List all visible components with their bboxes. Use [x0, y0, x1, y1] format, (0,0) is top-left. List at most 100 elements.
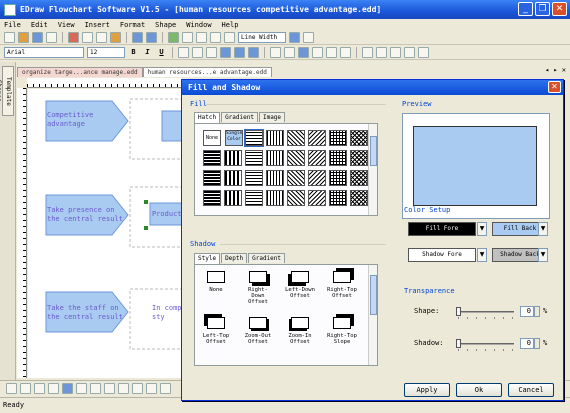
line-style-icon[interactable]: [284, 47, 295, 58]
menu-shape[interactable]: Shape: [155, 21, 176, 29]
hatch-single-color[interactable]: Single Color: [225, 130, 243, 146]
hatch-swatch[interactable]: [266, 190, 284, 206]
fill-fore-button[interactable]: Fill Fore: [408, 222, 476, 236]
rectangle-tool-icon[interactable]: [362, 47, 373, 58]
bold-button[interactable]: B: [128, 47, 139, 58]
hatch-swatch[interactable]: [329, 130, 347, 146]
hatch-swatch[interactable]: [329, 170, 347, 186]
hatch-swatch[interactable]: [287, 190, 305, 206]
tab-navigation[interactable]: ◂ ▸ ✕: [545, 66, 566, 74]
hatch-swatch[interactable]: [308, 170, 326, 186]
align-right-icon[interactable]: [206, 47, 217, 58]
align-shapes-icon[interactable]: [62, 383, 73, 394]
tab-hatch[interactable]: Hatch: [194, 112, 221, 123]
hatch-swatch[interactable]: [329, 150, 347, 166]
shadow-style-icon[interactable]: [249, 271, 267, 283]
align-center-icon[interactable]: [192, 47, 203, 58]
help-icon[interactable]: [303, 32, 314, 43]
cut-icon[interactable]: [68, 32, 79, 43]
font-color-icon[interactable]: [270, 47, 281, 58]
tab-gradient[interactable]: Gradient: [221, 112, 258, 122]
hatch-swatch[interactable]: [308, 150, 326, 166]
dialog-close-button[interactable]: ✕: [548, 81, 561, 93]
hatch-swatch[interactable]: [308, 130, 326, 146]
hatch-swatch[interactable]: [266, 170, 284, 186]
hatch-swatch[interactable]: [350, 170, 368, 186]
arrow-style-icon[interactable]: [340, 47, 351, 58]
align-top-icon[interactable]: [220, 47, 231, 58]
shape-spin-arrows[interactable]: [534, 306, 540, 317]
align-middle-icon[interactable]: [234, 47, 245, 58]
shadow-style-list[interactable]: None Right-Down Offset Left-Down Offset Rig…: [194, 264, 378, 366]
shadow-transparence-input[interactable]: 0: [520, 338, 534, 349]
align-left-icon[interactable]: [178, 47, 189, 58]
template-shapes-tab[interactable]: Template Shapes: [0, 66, 14, 116]
shadow-fore-dropdown[interactable]: ▼: [477, 248, 487, 262]
shadow-style-icon[interactable]: [333, 271, 351, 283]
hatch-swatch[interactable]: [308, 190, 326, 206]
shadow-style-icon[interactable]: [291, 271, 309, 283]
bring-front-icon[interactable]: [118, 383, 129, 394]
tab-style[interactable]: Style: [194, 253, 221, 264]
ok-button[interactable]: Ok: [456, 383, 502, 397]
hatch-swatch[interactable]: [287, 150, 305, 166]
hatch-swatch[interactable]: [266, 150, 284, 166]
open-icon[interactable]: [18, 32, 29, 43]
redo-icon[interactable]: [146, 32, 157, 43]
drawing-canvas[interactable]: Competitive advantage Take presence on t…: [28, 89, 183, 378]
hatch-swatch[interactable]: [224, 150, 242, 166]
fill-fore-dropdown[interactable]: ▼: [477, 222, 487, 236]
undo-icon[interactable]: [132, 32, 143, 43]
pointer-icon[interactable]: [196, 32, 207, 43]
font-name-combo[interactable]: Arial: [4, 47, 84, 58]
shape-transparence-input[interactable]: 0: [520, 306, 534, 317]
line-color-icon[interactable]: [224, 32, 235, 43]
rotate-icon[interactable]: [146, 383, 157, 394]
hatch-swatch[interactable]: [224, 190, 242, 206]
menu-view[interactable]: View: [58, 21, 75, 29]
shadow-style-icon[interactable]: [333, 317, 351, 329]
flip-icon[interactable]: [160, 383, 171, 394]
hatch-swatch[interactable]: [350, 130, 368, 146]
hatch-swatch[interactable]: [266, 130, 284, 146]
font-size-combo[interactable]: 12: [87, 47, 125, 58]
zoom-icon[interactable]: [289, 32, 300, 43]
hatch-scrollbar[interactable]: [368, 124, 377, 215]
format-painter-icon[interactable]: [110, 32, 121, 43]
cancel-button[interactable]: Cancel: [508, 383, 554, 397]
hatch-swatch[interactable]: [350, 190, 368, 206]
fill-color-icon[interactable]: [298, 47, 309, 58]
hatch-swatch[interactable]: [224, 170, 242, 186]
first-page-icon[interactable]: [6, 383, 17, 394]
new-icon[interactable]: [4, 32, 15, 43]
distribute-icon[interactable]: [76, 383, 87, 394]
italic-button[interactable]: I: [142, 47, 153, 58]
hatch-swatch[interactable]: [203, 150, 221, 166]
align-bottom-icon[interactable]: [248, 47, 259, 58]
group-icon[interactable]: [90, 383, 101, 394]
apply-button[interactable]: Apply: [404, 383, 450, 397]
tab-image[interactable]: Image: [258, 112, 286, 122]
shape-slider-thumb[interactable]: [456, 307, 461, 316]
print-icon[interactable]: [46, 32, 57, 43]
hatch-swatch[interactable]: [203, 170, 221, 186]
save-icon[interactable]: [32, 32, 43, 43]
paste-icon[interactable]: [96, 32, 107, 43]
doc-tab-human-resources[interactable]: human resources...e advantage.edd: [142, 67, 272, 77]
shadow-slider-thumb[interactable]: [456, 339, 461, 348]
send-back-icon[interactable]: [132, 383, 143, 394]
next-page-icon[interactable]: [34, 383, 45, 394]
prev-page-icon[interactable]: [20, 383, 31, 394]
maximize-button[interactable]: ❐: [535, 2, 550, 16]
ungroup-icon[interactable]: [104, 383, 115, 394]
hatch-swatch[interactable]: [244, 129, 264, 147]
insert-shape-icon[interactable]: [168, 32, 179, 43]
tab-shadow-gradient[interactable]: Gradient: [248, 253, 286, 263]
line-tool-icon[interactable]: [376, 47, 387, 58]
dash-style-icon[interactable]: [326, 47, 337, 58]
menu-edit[interactable]: Edit: [31, 21, 48, 29]
shadow-style-icon[interactable]: [249, 317, 267, 329]
curve-tool-icon[interactable]: [418, 47, 429, 58]
hatch-swatch[interactable]: [245, 170, 263, 186]
hatch-pattern-list[interactable]: None Single Color: [194, 123, 378, 216]
